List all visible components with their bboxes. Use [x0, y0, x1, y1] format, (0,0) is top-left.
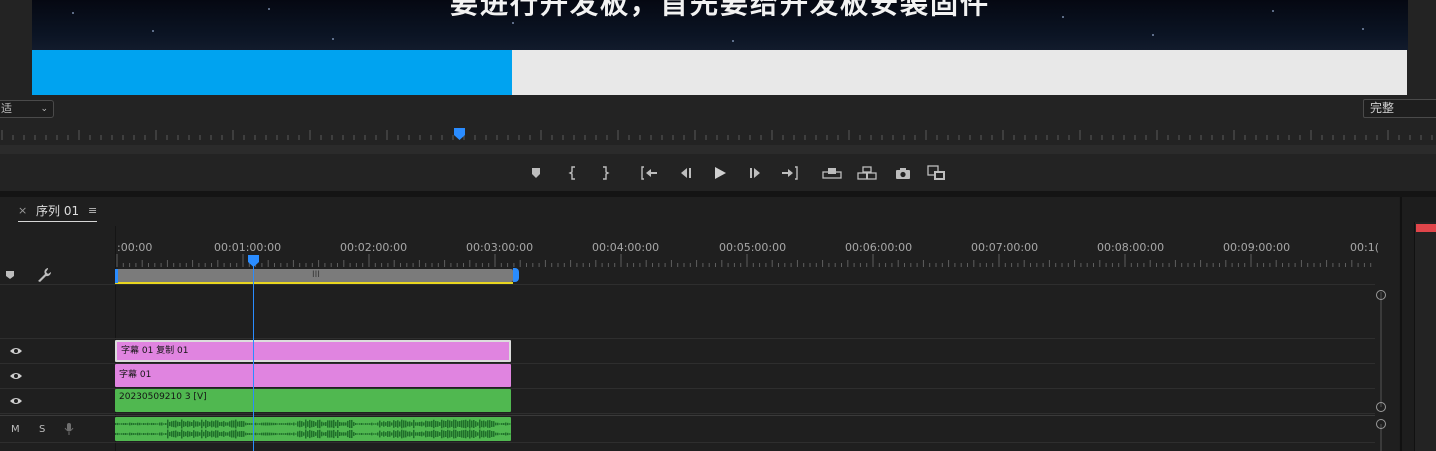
audio-waveform — [115, 419, 511, 439]
video-clip[interactable]: 20230509210 3 [V] — [115, 389, 511, 412]
playback-resolution-value: 完整 — [1370, 101, 1395, 115]
step-back-button[interactable] — [673, 163, 697, 183]
video-progress-bar — [32, 50, 1407, 95]
timecode-label: 00:06:00:00 — [845, 241, 913, 254]
work-area-start-handle[interactable] — [115, 269, 118, 283]
step-forward-button[interactable] — [744, 163, 768, 183]
zoom-level-select[interactable]: 适 ⌄ — [0, 100, 54, 118]
camera-icon — [896, 168, 910, 179]
step-back-icon — [681, 168, 691, 178]
add-marker-icon[interactable] — [5, 270, 15, 280]
timecode-label: 00:03:00:00 — [466, 241, 534, 254]
timecode-label: 00:08:00:00 — [1097, 241, 1165, 254]
solo-track-button[interactable]: S — [39, 424, 45, 435]
timecode-label: 00:01:00:00 — [214, 241, 282, 254]
playback-resolution-select[interactable]: 完整 — [1363, 99, 1436, 118]
sequence-tab-title[interactable]: 序列 01 — [36, 202, 79, 219]
panel-menu-icon[interactable]: ≡ — [88, 204, 97, 217]
zoom-level-value: 适 — [1, 102, 12, 115]
timecode-label: 00:07:00:00 — [971, 241, 1039, 254]
mark-in-button[interactable] — [561, 163, 585, 183]
marker-icon — [532, 168, 540, 178]
go-to-out-icon — [782, 166, 798, 180]
monitor-playhead[interactable] — [454, 128, 465, 141]
go-to-out-button[interactable] — [777, 163, 801, 183]
track-separator — [0, 442, 1375, 443]
go-to-in-icon — [641, 166, 657, 180]
add-marker-button[interactable] — [524, 163, 548, 183]
play-button[interactable] — [708, 163, 732, 183]
scroll-handle-top[interactable] — [1376, 290, 1386, 300]
track-separator — [0, 413, 1375, 414]
extract-button[interactable] — [855, 163, 879, 183]
scroll-handle-bottom[interactable] — [1376, 402, 1386, 412]
export-frame-button[interactable] — [891, 163, 915, 183]
monitor-time-ruler[interactable] — [0, 128, 1436, 142]
eye-icon[interactable] — [9, 346, 23, 356]
video-preview: 要进行开发板，首先要给开发板安装固件 — [32, 0, 1408, 50]
video-caption: 要进行开发板，首先要给开发板安装固件 — [449, 0, 990, 20]
eye-icon[interactable] — [9, 396, 23, 406]
audio-clip-indicator — [1416, 224, 1436, 232]
audio-clip[interactable] — [115, 417, 511, 441]
mark-in-icon — [568, 166, 575, 180]
work-area-grip: III — [312, 270, 320, 280]
button-editor-icon — [927, 165, 945, 180]
mark-out-button[interactable] — [593, 163, 617, 183]
extract-icon — [857, 166, 877, 180]
chevron-down-icon: ⌄ — [40, 104, 48, 114]
wrench-icon[interactable] — [36, 267, 52, 283]
timecode-label: :00:00 — [117, 241, 153, 254]
video-progress-fill — [32, 50, 512, 95]
eye-icon[interactable] — [9, 371, 23, 381]
caption-clip[interactable]: 字幕 01 — [115, 364, 511, 387]
timecode-label: 00:02:00:00 — [340, 241, 408, 254]
lift-icon — [822, 168, 842, 179]
timecode-label: 00:1( — [1350, 241, 1379, 254]
video-audio-divider[interactable] — [0, 415, 1375, 416]
button-editor-button[interactable] — [925, 163, 949, 183]
timecode-label: 00:05:00:00 — [719, 241, 787, 254]
play-icon — [715, 167, 726, 179]
timecode-label: 00:09:00:00 — [1223, 241, 1291, 254]
mute-track-button[interactable]: M — [11, 424, 20, 435]
lift-button[interactable] — [820, 163, 844, 183]
microphone-icon[interactable] — [64, 422, 74, 436]
go-to-in-button[interactable] — [638, 163, 662, 183]
active-tab-underline — [18, 221, 97, 222]
mark-out-icon — [603, 166, 610, 180]
timeline-playhead[interactable] — [248, 255, 259, 268]
track-separator — [0, 284, 1375, 285]
track-separator — [0, 338, 1375, 339]
work-area-end-handle[interactable] — [513, 268, 519, 282]
step-forward-icon — [750, 168, 760, 178]
clip-label: 字幕 01 — [119, 370, 152, 380]
clip-label: 字幕 01 复制 01 — [121, 346, 189, 356]
timecode-label: 00:04:00:00 — [592, 241, 660, 254]
timeline-playhead-line — [253, 262, 254, 451]
scroll-handle-top[interactable] — [1376, 419, 1386, 429]
clip-label: 20230509210 3 [V] — [119, 392, 207, 402]
caption-clip-copy[interactable]: 字幕 01 复制 01 — [115, 340, 511, 362]
audio-meter — [1414, 222, 1436, 451]
close-tab-icon[interactable]: × — [18, 204, 27, 217]
monitor-scrollbar[interactable] — [0, 145, 1436, 154]
video-tracks-scrollbar[interactable] — [1380, 292, 1382, 407]
